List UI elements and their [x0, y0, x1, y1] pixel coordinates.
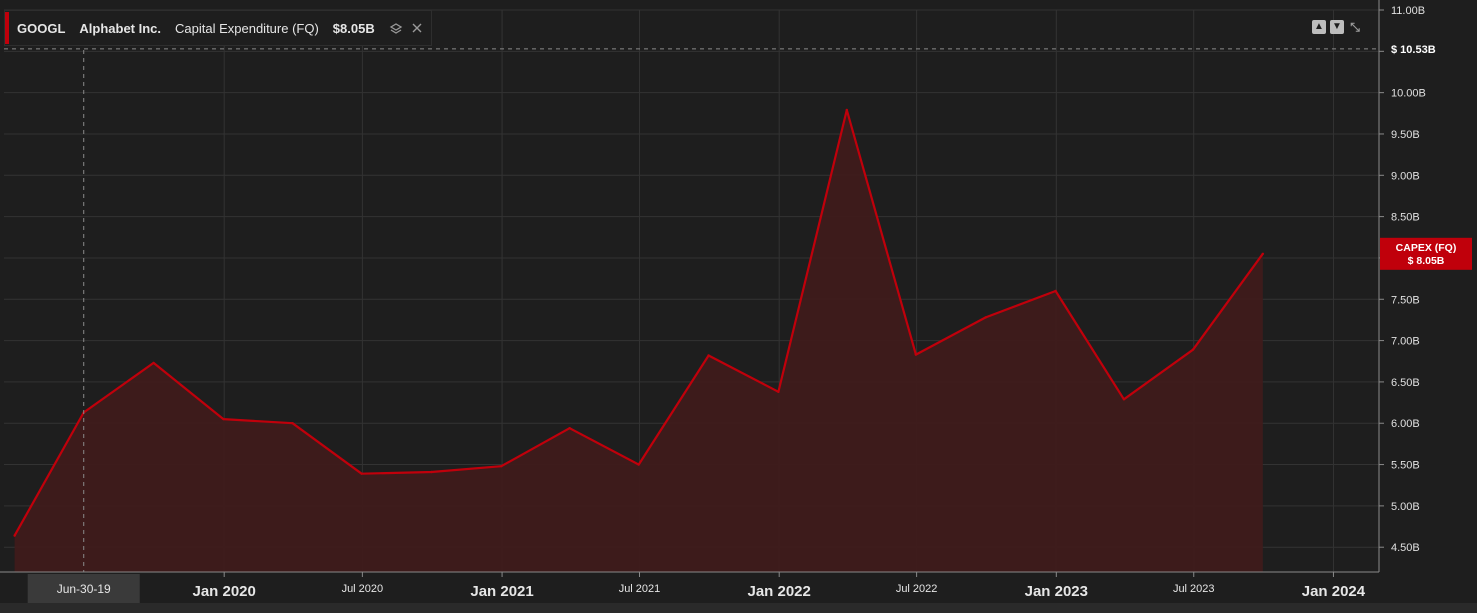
x-tick-label: Jul 2021 [619, 583, 661, 595]
close-icon[interactable] [411, 22, 423, 34]
y-tick-label: 5.00B [1391, 501, 1420, 513]
y-tick-label: 6.50B [1391, 377, 1420, 389]
chart[interactable]: Jun-30-19 $ 10.53B 4.50B 5.00B 5.50B 6.00B 6.… [0, 0, 1477, 613]
data-point [152, 361, 155, 365]
data-point [1261, 252, 1265, 256]
scrollbar-track [0, 603, 1477, 613]
crosshair-x-label: Jun-30-19 [57, 582, 111, 596]
y-tick-label: 9.50B [1391, 129, 1420, 141]
data-point [291, 422, 294, 425]
data-point [1054, 289, 1057, 293]
y-tick-label: 7.00B [1391, 336, 1420, 348]
series-legend[interactable]: GOOGL Alphabet Inc. Capital Expenditure … [4, 10, 432, 46]
pane-controls: ▲ ▼ ⤡ [1312, 20, 1362, 34]
x-tick-label: Jul 2020 [342, 583, 384, 595]
legend-value: $8.05B [332, 20, 375, 36]
data-point [845, 108, 848, 112]
y-tick-label: 9.00B [1391, 170, 1420, 182]
x-tick-label: Jul 2022 [896, 583, 938, 595]
legend-company: Alphabet Inc. [79, 20, 162, 36]
last-value-badge-label: CAPEX (FQ) [1396, 242, 1457, 254]
crosshair-y-label: $ 10.53B [1391, 44, 1436, 56]
move-up-icon[interactable]: ▲ [1312, 20, 1326, 34]
y-tick-label: 7.50B [1391, 294, 1420, 306]
legend-metric: Capital Expenditure (FQ) [175, 20, 319, 36]
data-point [777, 390, 780, 394]
stack-icon[interactable] [389, 21, 403, 35]
x-tick-label: Jan 2024 [1302, 583, 1366, 600]
y-tick-label: 10.00B [1391, 88, 1426, 100]
x-tick-label: Jan 2023 [1025, 583, 1088, 600]
data-point [430, 470, 433, 474]
y-tick-label: 8.50B [1391, 212, 1420, 224]
x-tick-label: Jul 2023 [1173, 583, 1215, 595]
data-point [222, 417, 225, 421]
data-point [360, 472, 363, 475]
last-value-badge-value: $ 8.05B [1408, 255, 1445, 267]
collapse-icon[interactable]: ⤡ [1348, 20, 1362, 34]
y-tick-label: 11.00B [1391, 5, 1425, 17]
y-tick-label: 6.00B [1391, 418, 1420, 430]
legend-color-bar [5, 12, 9, 44]
x-tick-label: Jan 2022 [747, 583, 810, 600]
legend-ticker: GOOGL [17, 20, 66, 36]
data-point [1122, 398, 1126, 401]
y-tick-label: 5.50B [1391, 460, 1420, 472]
x-tick-label: Jan 2021 [470, 583, 533, 600]
data-point [568, 426, 571, 430]
data-point [914, 353, 918, 356]
x-tick-label: Jan 2020 [192, 583, 255, 600]
move-down-icon[interactable]: ▼ [1330, 20, 1344, 34]
y-tick-label: 4.50B [1391, 542, 1420, 554]
data-point [500, 465, 503, 468]
data-point [1191, 348, 1195, 351]
data-point [637, 463, 640, 466]
data-point [984, 316, 987, 319]
data-point [707, 354, 710, 357]
data-point [13, 534, 16, 537]
